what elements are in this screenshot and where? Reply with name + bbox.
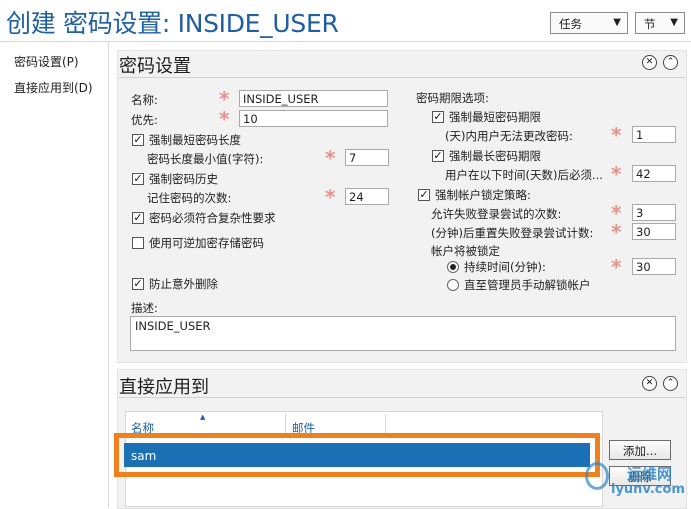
- max-age-field[interactable]: 42: [632, 165, 676, 182]
- required-icon: *: [611, 220, 622, 244]
- task-dropdown[interactable]: 任务 ▼: [550, 12, 628, 34]
- failed-attempts-field[interactable]: 3: [632, 204, 676, 221]
- reset-count-field[interactable]: 30: [632, 223, 676, 240]
- min-age-field[interactable]: 1: [632, 126, 676, 143]
- history-field[interactable]: 24: [345, 188, 389, 205]
- history-label: 记住密码的次数:: [147, 191, 232, 205]
- section-dropdown[interactable]: 节 ▼: [635, 12, 685, 34]
- description-textarea[interactable]: INSIDE_USER: [130, 316, 676, 351]
- required-icon: *: [611, 123, 622, 147]
- watermark-logo-icon: [585, 462, 609, 490]
- reversible-encryption-checkbox[interactable]: [132, 237, 144, 249]
- enforce-max-age-label: 强制最长密码期限: [449, 149, 541, 163]
- reversible-encryption-label: 使用可逆加密存储密码: [149, 236, 264, 250]
- age-options-label: 密码期限选项:: [416, 91, 489, 105]
- required-icon: *: [219, 87, 230, 111]
- table-row[interactable]: [124, 443, 590, 467]
- enforce-history-checkbox[interactable]: ✓: [132, 173, 144, 185]
- enforce-lockout-checkbox[interactable]: ✓: [418, 189, 430, 201]
- description-label: 描述:: [131, 301, 158, 315]
- add-button[interactable]: 添加...: [609, 440, 671, 460]
- complexity-checkbox[interactable]: ✓: [132, 212, 144, 224]
- precedence-field[interactable]: 10: [239, 110, 388, 127]
- watermark-url: iyunv.com: [611, 482, 685, 497]
- enforce-min-length-checkbox[interactable]: ✓: [132, 134, 144, 146]
- required-icon: *: [325, 185, 336, 209]
- name-label: 名称:: [131, 93, 158, 107]
- applies-to-panel-title: 直接应用到: [119, 377, 209, 398]
- failed-attempts-label: 允许失败登录尝试的次数:: [431, 207, 562, 221]
- required-icon: *: [611, 255, 622, 279]
- enforce-min-age-checkbox[interactable]: ✓: [432, 111, 444, 123]
- sort-ascending-icon: ▲: [200, 413, 206, 421]
- header-divider: [0, 41, 691, 42]
- table-row-name: sam: [131, 449, 157, 463]
- protect-delete-checkbox[interactable]: ✓: [132, 278, 144, 290]
- reset-count-label: (分钟)后重置失败登录尝试计数:: [431, 226, 594, 240]
- min-length-field[interactable]: 7: [345, 149, 389, 166]
- duration-label: 持续时间(分钟):: [464, 260, 546, 274]
- task-dropdown-label: 任务: [559, 17, 582, 31]
- enforce-lockout-label: 强制帐户锁定策略:: [435, 188, 531, 202]
- duration-field[interactable]: 30: [632, 258, 676, 275]
- dropdown-arrow-icon: ▼: [613, 17, 621, 28]
- close-icon[interactable]: ✕: [642, 376, 657, 391]
- panel-divider: [119, 77, 685, 78]
- required-icon: *: [219, 107, 230, 131]
- password-panel-title: 密码设置: [119, 56, 191, 77]
- required-icon: *: [611, 162, 622, 186]
- duration-radio[interactable]: [447, 261, 459, 273]
- enforce-min-length-label: 强制最短密码长度: [149, 133, 241, 147]
- watermark-text: 运维网: [627, 465, 673, 483]
- complexity-label: 密码必须符合复杂性要求: [149, 211, 276, 225]
- manual-unlock-label: 直至管理员手动解锁帐户: [464, 278, 591, 292]
- enforce-max-age-checkbox[interactable]: ✓: [432, 150, 444, 162]
- precedence-label: 优先:: [131, 113, 158, 127]
- enforce-history-label: 强制密码历史: [149, 172, 218, 186]
- enforce-min-age-label: 强制最短密码期限: [449, 110, 541, 124]
- collapse-icon[interactable]: ⌃: [663, 376, 678, 391]
- close-icon[interactable]: ✕: [642, 55, 657, 70]
- protect-delete-label: 防止意外删除: [149, 277, 218, 291]
- name-field[interactable]: INSIDE_USER: [239, 90, 388, 107]
- nav-divider: [108, 42, 109, 507]
- locked-out-label: 帐户将被锁定: [431, 244, 500, 258]
- section-dropdown-label: 节: [644, 17, 656, 31]
- max-age-label: 用户在以下时间(天数)后必须...: [445, 168, 603, 182]
- page-title: 创建 密码设置: INSIDE_USER: [6, 9, 339, 38]
- min-age-label: (天)内用户无法更改密码:: [445, 129, 573, 143]
- column-divider: [285, 414, 286, 434]
- column-divider: [385, 414, 386, 434]
- dropdown-arrow-icon: ▼: [670, 17, 678, 28]
- collapse-icon[interactable]: ⌃: [663, 55, 678, 70]
- panel-divider: [119, 397, 685, 398]
- required-icon: *: [325, 146, 336, 170]
- nav-item-directly-applies-to[interactable]: 直接应用到(D): [14, 79, 93, 96]
- min-length-label: 密码长度最小值(字符):: [147, 152, 264, 166]
- required-icon: *: [611, 201, 622, 225]
- nav-item-password-settings[interactable]: 密码设置(P): [14, 53, 79, 70]
- manual-unlock-radio[interactable]: [447, 279, 459, 291]
